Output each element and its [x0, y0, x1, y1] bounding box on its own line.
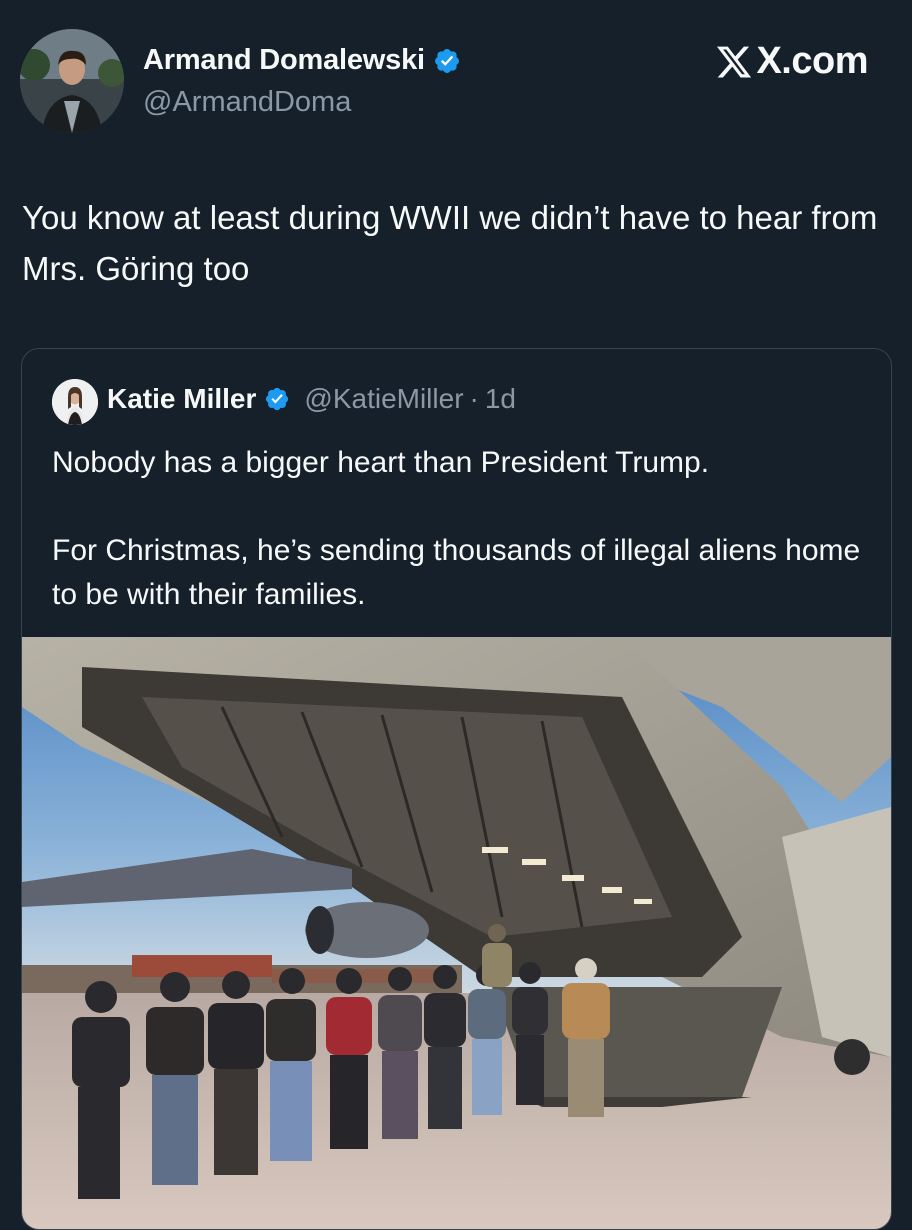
author-name-row: Armand Domalewski [143, 44, 461, 77]
quoted-separator: · [469, 383, 479, 414]
quoted-author-avatar[interactable] [52, 379, 98, 425]
x-brand[interactable]: X.com [714, 40, 868, 83]
quoted-author-handle[interactable]: @KatieMiller [304, 383, 463, 415]
post-text: You know at least during WWII we didn’t … [22, 199, 887, 287]
quoted-post-photo[interactable] [22, 637, 891, 1229]
x-brand-text: X.com [756, 40, 868, 82]
author-name[interactable]: Armand Domalewski [143, 44, 425, 77]
quoted-post-text: Nobody has a bigger heart than President… [52, 446, 861, 611]
post: Armand Domalewski @ArmandDoma X.com You … [0, 0, 912, 1230]
x-logo-icon [714, 43, 754, 81]
quoted-verified-badge-icon [264, 386, 290, 412]
quoted-author-row: Katie Miller @KatieMiller · 1d [107, 383, 516, 415]
quoted-timestamp[interactable]: 1d [485, 383, 516, 415]
quoted-author-avatar-image [52, 379, 98, 425]
author-avatar-image [20, 29, 124, 133]
verified-badge-icon [433, 47, 461, 75]
author-avatar[interactable] [20, 29, 124, 133]
quoted-post-card[interactable]: Katie Miller @KatieMiller · 1d Nobody ha… [21, 348, 892, 1230]
photo-image [22, 637, 891, 1229]
author-handle[interactable]: @ArmandDoma [143, 86, 351, 119]
quoted-author-name[interactable]: Katie Miller [107, 383, 256, 415]
